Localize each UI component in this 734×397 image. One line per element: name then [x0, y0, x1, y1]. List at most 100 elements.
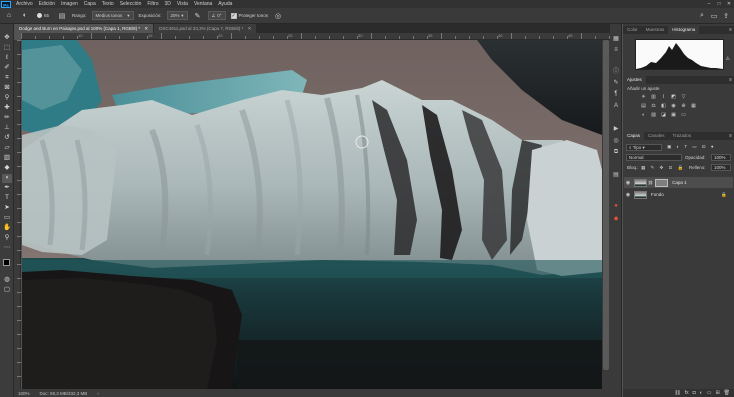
- selective-color-adjust-icon[interactable]: ▣: [670, 112, 677, 118]
- foreground-color-swatch[interactable]: [3, 259, 10, 266]
- share-icon[interactable]: ⇪: [721, 11, 731, 21]
- frame-tool-icon[interactable]: ⊠: [2, 84, 12, 93]
- menu-ayuda[interactable]: Ayuda: [215, 0, 235, 8]
- type-tool-icon[interactable]: T: [2, 194, 12, 203]
- close-icon[interactable]: ✕: [248, 26, 252, 31]
- document-info[interactable]: Doc: 59,3 MB/332,3 MB: [40, 391, 88, 396]
- vertical-scrollbar[interactable]: [602, 40, 610, 389]
- history-brush-tool-icon[interactable]: ↺: [2, 134, 12, 143]
- tab-histograma[interactable]: Histograma: [668, 26, 700, 34]
- history-panel-icon[interactable]: ▦: [612, 34, 620, 42]
- pressure-size-icon[interactable]: ◎: [273, 11, 283, 21]
- add-mask-icon[interactable]: ◘: [693, 390, 696, 396]
- exposure-field[interactable]: 20% ▾: [166, 11, 188, 20]
- menu-ventana[interactable]: Ventana: [191, 0, 215, 8]
- status-arrow-icon[interactable]: ›: [97, 391, 99, 396]
- panel-menu-icon[interactable]: ≡: [729, 76, 732, 84]
- visibility-eye-icon[interactable]: ◉: [624, 180, 632, 186]
- layer-row-fondo[interactable]: ◉ Fondo 🔒: [624, 189, 733, 200]
- protect-tones-checkbox[interactable]: ✓: [230, 12, 237, 19]
- photo-filter-adjust-icon[interactable]: ◉: [670, 103, 677, 109]
- tab-trazados[interactable]: Trazados: [669, 132, 696, 140]
- document-canvas[interactable]: [22, 40, 602, 389]
- brush-size-picker[interactable]: 65: [34, 11, 52, 20]
- marquee-tool-icon[interactable]: ⬚: [2, 44, 12, 53]
- opacity-field[interactable]: 100%: [711, 154, 731, 161]
- quick-mask-icon[interactable]: ◍: [2, 276, 12, 285]
- curves-adjust-icon[interactable]: ⌇: [660, 94, 667, 100]
- new-adjustment-icon[interactable]: ◐: [700, 390, 703, 396]
- brush-settings-panel-icon[interactable]: ✎: [612, 78, 620, 86]
- gradient-tool-icon[interactable]: ▥: [2, 154, 12, 163]
- zoom-tool-icon[interactable]: ⚲: [2, 234, 12, 243]
- threshold-adjust-icon[interactable]: ◪: [660, 112, 667, 118]
- layer-style-icon[interactable]: fx: [685, 390, 689, 396]
- menu-filtro[interactable]: Filtro: [144, 0, 161, 8]
- properties-panel-icon[interactable]: ≡: [612, 46, 620, 54]
- color-lookup-adjust-icon[interactable]: ▦: [690, 103, 697, 109]
- ruler-vertical[interactable]: [14, 40, 21, 390]
- hand-tool-icon[interactable]: ✋: [2, 224, 12, 233]
- delete-layer-icon[interactable]: 🗑: [724, 390, 730, 396]
- blur-tool-icon[interactable]: ◆: [2, 164, 12, 173]
- quick-select-tool-icon[interactable]: ✐: [2, 64, 12, 73]
- channel-mixer-adjust-icon[interactable]: ⊕: [680, 103, 687, 109]
- more-tools-icon[interactable]: ⋯: [2, 244, 12, 253]
- workspace-icon[interactable]: ▭: [709, 11, 719, 21]
- tab-color[interactable]: Color: [623, 26, 642, 34]
- close-window-button[interactable]: ✕: [724, 0, 734, 8]
- layer-mask-thumbnail[interactable]: [655, 178, 669, 187]
- menu-imagen[interactable]: Imagen: [58, 0, 81, 8]
- new-layer-icon[interactable]: ⊞: [715, 390, 719, 396]
- actions-panel-icon[interactable]: ▶: [612, 124, 620, 132]
- search-icon[interactable]: ⌕: [697, 11, 707, 21]
- pen-tool-icon[interactable]: ✒: [2, 184, 12, 193]
- hue-adjust-icon[interactable]: ▤: [640, 103, 647, 109]
- protect-tones-option[interactable]: ✓ Proteger tonos: [230, 12, 268, 19]
- home-icon[interactable]: ⌂: [4, 11, 14, 21]
- tab-ajustes[interactable]: Ajustes: [623, 76, 646, 84]
- menu-3d[interactable]: 3D: [162, 0, 174, 8]
- tab-canales[interactable]: Canales: [644, 132, 669, 140]
- zoom-level[interactable]: 100%: [18, 391, 30, 396]
- range-select[interactable]: Medios tonos ▾: [91, 11, 134, 20]
- ruler-horizontal[interactable]: 10 15 20 25 30 35 40 45: [21, 33, 610, 40]
- brush-tool-icon[interactable]: ✏: [2, 114, 12, 123]
- menu-edicion[interactable]: Edición: [36, 0, 58, 8]
- menu-seleccion[interactable]: Selección: [117, 0, 145, 8]
- brightness-adjust-icon[interactable]: ☀: [640, 94, 647, 100]
- plugin-panel-icon-2[interactable]: ◆: [612, 214, 620, 222]
- tab-muestras[interactable]: Muestras: [642, 26, 669, 34]
- panel-menu-icon[interactable]: ≡: [729, 132, 732, 140]
- paragraph-panel-icon[interactable]: ¶: [612, 90, 620, 98]
- angle-field[interactable]: ∠ 0°: [207, 11, 226, 20]
- link-layers-icon[interactable]: ⛓: [674, 390, 680, 396]
- lasso-tool-icon[interactable]: ℓ: [2, 54, 12, 63]
- layer-row-capa-1[interactable]: ◉ ⛓ Capa 1: [624, 177, 733, 188]
- blend-mode-select[interactable]: Normal: [626, 154, 682, 161]
- fill-field[interactable]: 100%: [711, 164, 731, 171]
- dodge-tool-icon[interactable]: ◖: [2, 174, 12, 183]
- doc-tab-active[interactable]: Dodge and Burn en Paisajes.psd al 100% (…: [14, 24, 155, 33]
- doc-tab-inactive[interactable]: DSC4911.psd al 33,3% (Capa 7, RGB/8) * ✕: [154, 24, 258, 33]
- layer-comps-panel-icon[interactable]: ⧉: [612, 148, 620, 156]
- color-balance-adjust-icon[interactable]: ⚖: [650, 103, 657, 109]
- crop-tool-icon[interactable]: ⌗: [2, 74, 12, 83]
- maximize-button[interactable]: □: [714, 0, 724, 8]
- black-white-adjust-icon[interactable]: ◧: [660, 103, 667, 109]
- visibility-eye-icon[interactable]: ◉: [624, 192, 632, 198]
- menu-archivo[interactable]: Archivo: [13, 0, 36, 8]
- lock-icons[interactable]: ▦ ✎ ✥ ⊡ 🔒: [641, 165, 685, 171]
- move-tool-icon[interactable]: ✥: [2, 34, 12, 43]
- info-panel-icon[interactable]: ⓘ: [612, 66, 620, 75]
- rectangle-tool-icon[interactable]: ▭: [2, 214, 12, 223]
- glyphs-panel-icon[interactable]: ◎: [612, 136, 620, 144]
- close-icon[interactable]: ✕: [144, 26, 148, 31]
- scrollbar-thumb[interactable]: [603, 40, 609, 370]
- path-select-tool-icon[interactable]: ➤: [2, 204, 12, 213]
- new-group-icon[interactable]: ▭: [707, 390, 712, 396]
- warning-icon[interactable]: ⚠: [726, 56, 730, 62]
- brush-settings-icon[interactable]: ▤: [57, 11, 67, 21]
- menu-texto[interactable]: Texto: [99, 0, 117, 8]
- invert-adjust-icon[interactable]: ◐: [640, 112, 647, 118]
